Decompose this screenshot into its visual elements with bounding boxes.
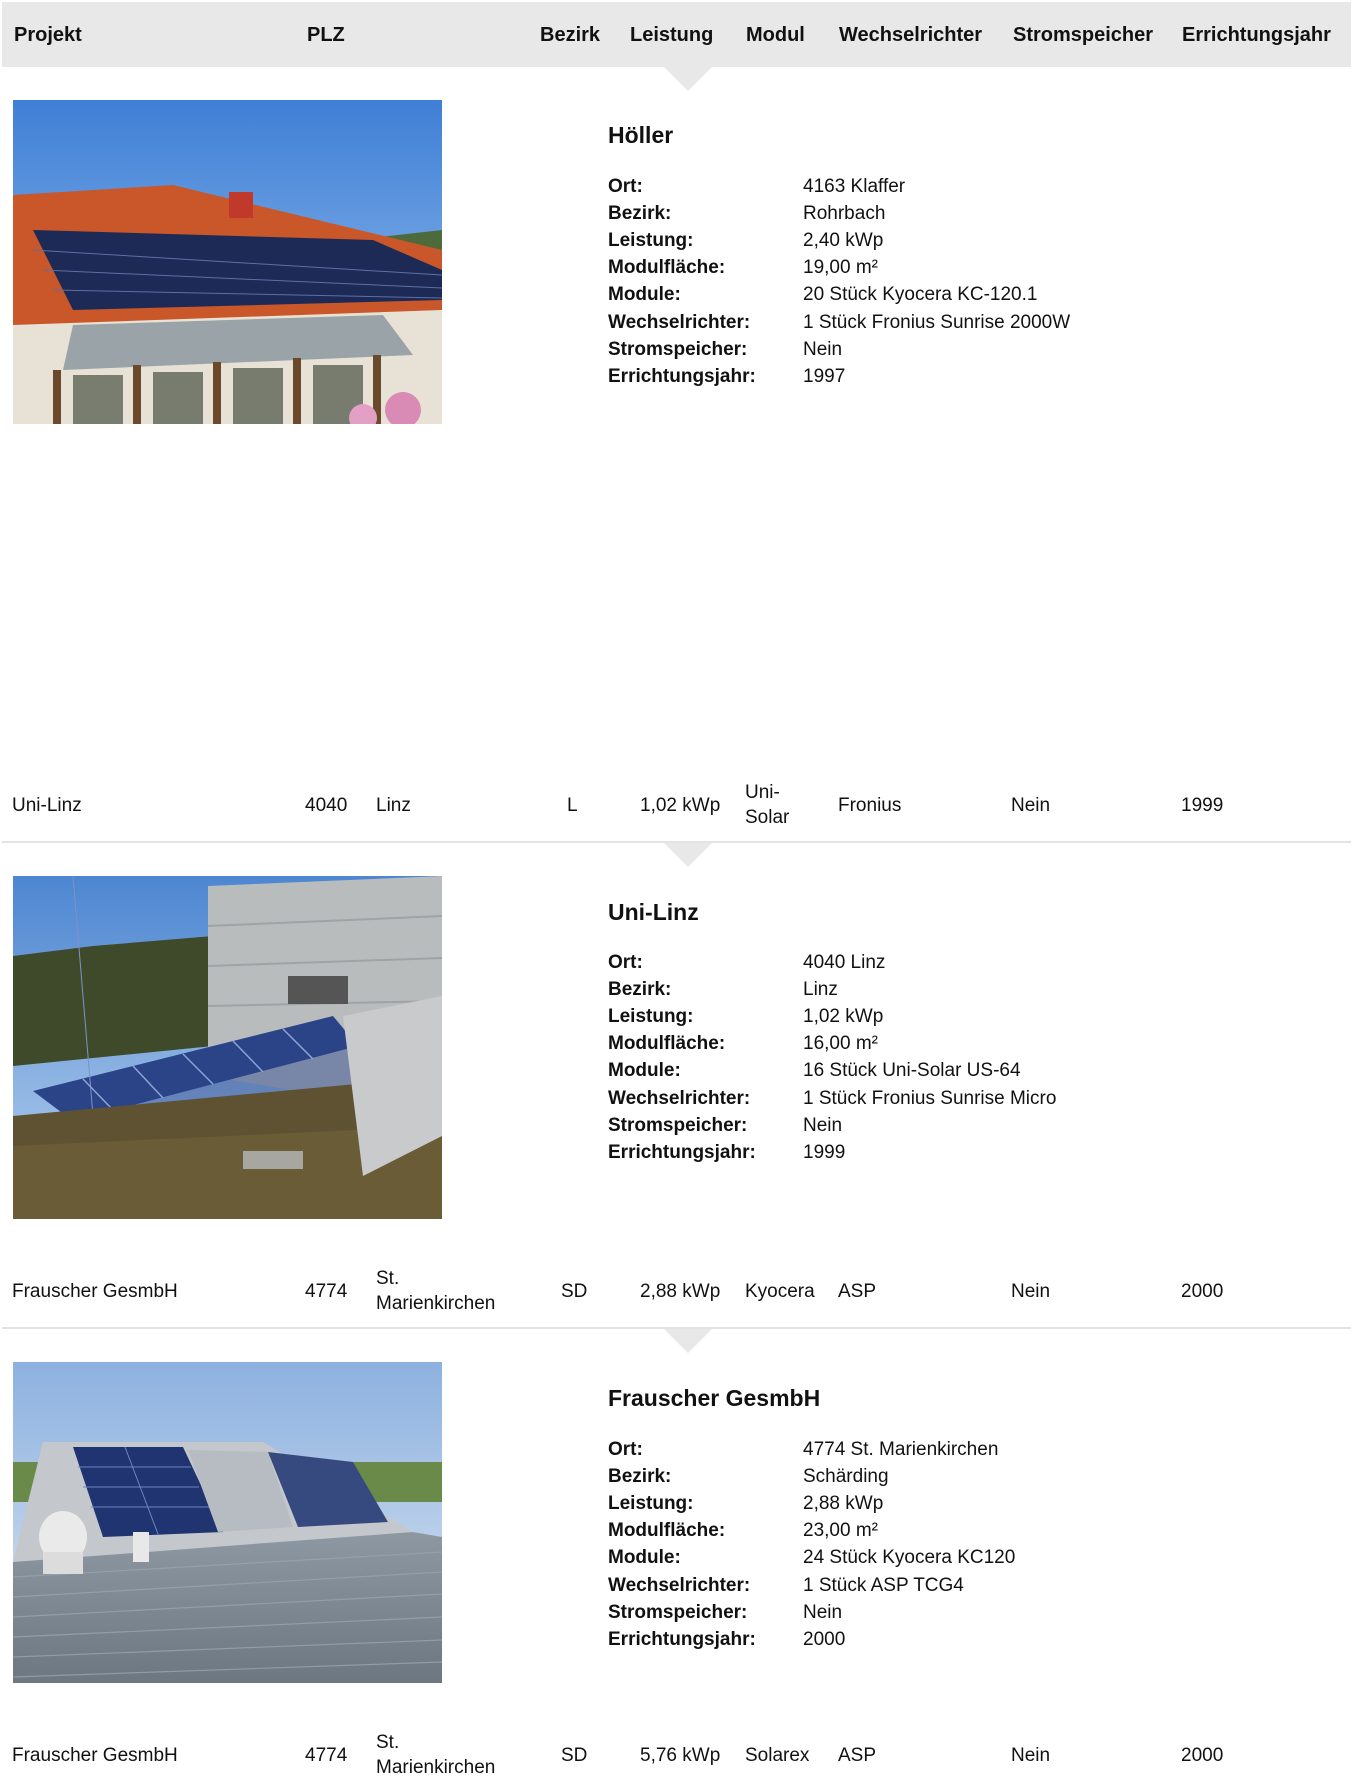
field-value: 2000 xyxy=(803,1628,846,1650)
field-value: Schärding xyxy=(803,1465,889,1487)
field-value: 4163 Klaffer xyxy=(803,175,906,197)
cell-plz: 4774 xyxy=(305,1745,348,1766)
cell-ort: Linz xyxy=(376,795,411,816)
field-label: Leistung: xyxy=(608,1492,694,1514)
field-label: Wechselrichter: xyxy=(608,1087,751,1109)
column-header-projekt[interactable]: Projekt xyxy=(14,24,82,47)
field-label: Modulfläche: xyxy=(608,1520,726,1542)
field-label: Wechselrichter: xyxy=(608,311,751,333)
field-label: Errichtungsjahr: xyxy=(608,365,756,387)
field-value: 4774 St. Marienkirchen xyxy=(803,1438,999,1460)
field-value: Rohrbach xyxy=(803,202,886,224)
cell-leistung: 2,88 kWp xyxy=(640,1281,721,1302)
detail-fields: Ort: 4040 Linz Bezirk: Linz Leistung: 1,02 … xyxy=(608,949,1168,1167)
cell-bezirk: L xyxy=(567,795,578,816)
column-header-leistung[interactable]: Leistung xyxy=(630,24,713,47)
field-value: Nein xyxy=(803,338,843,360)
expand-pointer xyxy=(664,843,712,867)
cell-modul: Uni- xyxy=(745,782,780,803)
expand-pointer xyxy=(664,1329,712,1353)
column-header-bezirk[interactable]: Bezirk xyxy=(540,24,600,47)
field-value: 16,00 m² xyxy=(803,1033,878,1055)
column-header-wechselrichter[interactable]: Wechselrichter xyxy=(839,24,982,47)
cell-leistung: 5,76 kWp xyxy=(640,1745,721,1766)
field-label: Ort: xyxy=(608,951,643,973)
detail-fields: Ort: 4774 St. Marienkirchen Bezirk: Schärd… xyxy=(608,1436,1168,1654)
field-value: 1 Stück Fronius Sunrise Micro xyxy=(803,1087,1057,1109)
field-value: 1997 xyxy=(803,365,846,387)
cell-wechselrichter: Fronius xyxy=(838,795,902,816)
cell-ort-line2: Marienkirchen xyxy=(376,1293,496,1314)
field-value: Nein xyxy=(803,1601,843,1623)
cell-ort: St. xyxy=(376,1732,400,1753)
cell-projekt: Frauscher GesmbH xyxy=(12,1745,178,1766)
cell-wechselrichter: ASP xyxy=(838,1745,877,1766)
field-label: Wechselrichter: xyxy=(608,1574,751,1596)
field-label: Bezirk: xyxy=(608,202,672,224)
cell-projekt: Frauscher GesmbH xyxy=(12,1281,178,1302)
field-value: 19,00 m² xyxy=(803,257,878,279)
field-label: Modulfläche: xyxy=(608,257,726,279)
cell-stromspeicher: Nein xyxy=(1011,795,1051,816)
field-label: Module: xyxy=(608,1060,681,1082)
cell-stromspeicher: Nein xyxy=(1011,1281,1051,1302)
column-header-errichtungsjahr[interactable]: Errichtungsjahr xyxy=(1182,24,1331,47)
column-header-stromspeicher[interactable]: Stromspeicher xyxy=(1013,24,1153,47)
cell-ort: St. xyxy=(376,1268,400,1289)
cell-errichtungsjahr: 2000 xyxy=(1181,1745,1224,1766)
expand-pointer xyxy=(664,67,712,91)
field-label: Module: xyxy=(608,1547,681,1569)
cell-bezirk: SD xyxy=(561,1281,588,1302)
field-label: Errichtungsjahr: xyxy=(608,1628,756,1650)
column-header-modul[interactable]: Modul xyxy=(746,24,805,47)
cell-projekt: Uni-Linz xyxy=(12,795,82,816)
project-photo-hoeller xyxy=(13,100,442,424)
cell-wechselrichter: ASP xyxy=(838,1281,877,1302)
field-label: Bezirk: xyxy=(608,978,672,1000)
field-value: 2,88 kWp xyxy=(803,1492,884,1514)
field-value: 1 Stück Fronius Sunrise 2000W xyxy=(803,311,1071,333)
field-label: Stromspeicher: xyxy=(608,1601,748,1623)
field-label: Stromspeicher: xyxy=(608,338,748,360)
column-header-plz[interactable]: PLZ xyxy=(307,24,345,47)
cell-plz: 4040 xyxy=(305,795,348,816)
detail-title: Frauscher GesmbH xyxy=(608,1385,821,1411)
detail-title: Höller xyxy=(608,122,674,148)
detail-fields: Ort: 4163 Klaffer Bezirk: Rohrbach Leistun… xyxy=(608,173,1168,391)
field-value: 4040 Linz xyxy=(803,951,886,973)
field-label: Bezirk: xyxy=(608,1465,672,1487)
field-value: 1,02 kWp xyxy=(803,1005,884,1027)
cell-modul-line2: Solar xyxy=(745,807,790,828)
project-photo-uni-linz xyxy=(13,876,442,1219)
cell-errichtungsjahr: 2000 xyxy=(1181,1281,1224,1302)
field-value: 23,00 m² xyxy=(803,1520,878,1542)
field-label: Modulfläche: xyxy=(608,1033,726,1055)
field-value: 1 Stück ASP TCG4 xyxy=(803,1574,964,1596)
field-label: Leistung: xyxy=(608,1005,694,1027)
cell-errichtungsjahr: 1999 xyxy=(1181,795,1224,816)
cell-stromspeicher: Nein xyxy=(1011,1745,1051,1766)
field-label: Leistung: xyxy=(608,229,694,251)
cell-leistung: 1,02 kWp xyxy=(640,795,721,816)
field-value: 24 Stück Kyocera KC120 xyxy=(803,1547,1016,1569)
table-header: Projekt PLZ Bezirk Leistung Modul Wechse… xyxy=(2,2,1351,67)
field-value: Linz xyxy=(803,978,838,1000)
field-label: Errichtungsjahr: xyxy=(608,1141,756,1163)
cell-ort-line2: Marienkirchen xyxy=(376,1757,496,1778)
field-value: 16 Stück Uni-Solar US-64 xyxy=(803,1060,1021,1082)
cell-modul: Solarex xyxy=(745,1745,810,1766)
field-label: Ort: xyxy=(608,1438,643,1460)
cell-modul: Kyocera xyxy=(745,1281,815,1302)
field-value: Nein xyxy=(803,1114,843,1136)
field-label: Stromspeicher: xyxy=(608,1114,748,1136)
project-photo-frauscher xyxy=(13,1362,442,1683)
field-value: 20 Stück Kyocera KC-120.1 xyxy=(803,284,1038,306)
field-label: Module: xyxy=(608,284,681,306)
field-value: 1999 xyxy=(803,1141,846,1163)
detail-title: Uni-Linz xyxy=(608,899,699,925)
cell-plz: 4774 xyxy=(305,1281,348,1302)
field-value: 2,40 kWp xyxy=(803,229,884,251)
cell-bezirk: SD xyxy=(561,1745,588,1766)
field-label: Ort: xyxy=(608,175,643,197)
